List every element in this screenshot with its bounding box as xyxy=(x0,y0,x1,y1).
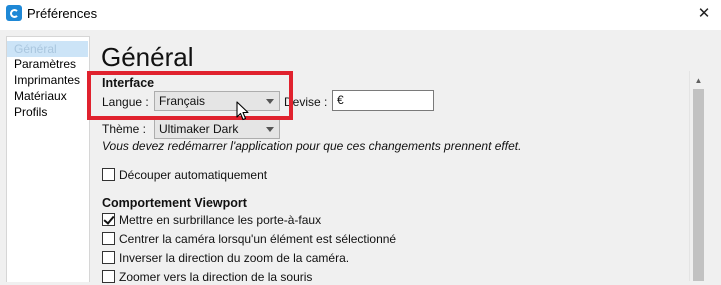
theme-label: Thème : xyxy=(102,122,147,136)
window-title: Préférences xyxy=(27,6,98,21)
preferences-sidebar: Général Paramètres Imprimantes Matériaux… xyxy=(6,36,90,282)
mouse-cursor-icon xyxy=(236,101,249,121)
language-dropdown[interactable]: Français xyxy=(154,91,280,111)
theme-dropdown[interactable]: Ultimaker Dark xyxy=(154,119,280,139)
scroll-thumb[interactable] xyxy=(693,89,704,281)
restart-note: Vous devez redémarrer l'application pour… xyxy=(102,139,522,153)
vertical-scrollbar[interactable]: ▲ xyxy=(689,71,707,281)
auto-slice-label: Découper automatiquement xyxy=(119,168,268,182)
sidebar-item-materials[interactable]: Matériaux xyxy=(7,88,88,104)
page-title: Général xyxy=(101,42,194,72)
language-dropdown-value: Français xyxy=(159,94,206,108)
zoom-to-mouse-checkbox[interactable] xyxy=(102,270,115,283)
cura-app-icon xyxy=(6,5,22,21)
scroll-up-icon[interactable]: ▲ xyxy=(690,75,707,87)
close-icon[interactable]: ✕ xyxy=(690,2,718,26)
sidebar-item-profiles[interactable]: Profils xyxy=(7,104,88,120)
viewport-section-title: Comportement Viewport xyxy=(102,196,247,210)
invert-zoom-label: Inverser la direction du zoom de la camé… xyxy=(119,251,350,265)
theme-dropdown-value: Ultimaker Dark xyxy=(159,122,239,136)
currency-label: Devise : xyxy=(284,95,328,109)
interface-section-title: Interface xyxy=(102,76,155,90)
auto-slice-checkbox[interactable] xyxy=(102,168,115,181)
overhang-checkbox[interactable] xyxy=(102,213,115,226)
chevron-down-icon xyxy=(266,127,274,132)
language-label: Langue : xyxy=(102,95,149,109)
currency-input[interactable]: € xyxy=(332,90,434,111)
title-bar: Préférences ✕ xyxy=(0,0,721,30)
invert-zoom-checkbox[interactable] xyxy=(102,251,115,264)
sidebar-item-general[interactable]: Général xyxy=(7,41,88,57)
overhang-label: Mettre en surbrillance les porte-à-faux xyxy=(119,213,322,227)
center-camera-label: Centrer la caméra lorsqu'un élément est … xyxy=(119,232,397,246)
sidebar-item-settings[interactable]: Paramètres xyxy=(7,56,88,72)
sidebar-item-printers[interactable]: Imprimantes xyxy=(7,72,88,88)
chevron-down-icon xyxy=(266,99,274,104)
zoom-to-mouse-label: Zoomer vers la direction de la souris xyxy=(119,270,313,284)
center-camera-checkbox[interactable] xyxy=(102,232,115,245)
